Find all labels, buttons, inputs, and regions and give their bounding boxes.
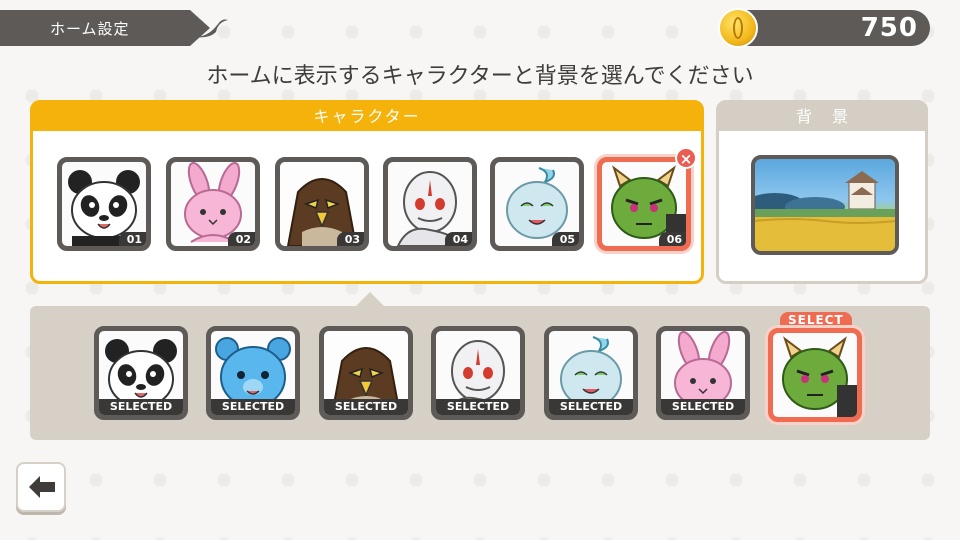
- character-option-blue-bear[interactable]: SELECTED: [206, 326, 300, 420]
- screen-title-tab: ホーム設定: [0, 10, 210, 46]
- background-panel-title: 背景: [719, 103, 925, 131]
- instruction-text: ホームに表示するキャラクターと背景を選んでください: [206, 64, 754, 89]
- slot-number: 03: [336, 232, 364, 246]
- character-slot-05[interactable]: 05: [490, 157, 584, 251]
- back-button[interactable]: [16, 462, 66, 512]
- selected-label: SELECTED: [549, 399, 633, 415]
- selected-label: SELECTED: [324, 399, 408, 415]
- character-slot-03[interactable]: 03: [275, 157, 369, 251]
- selected-label: SELECTED: [99, 399, 183, 415]
- screen-title: ホーム設定: [50, 19, 130, 38]
- character-slot-01[interactable]: 01: [57, 157, 151, 251]
- coin-amount: 750: [860, 13, 918, 43]
- character-option-hawk[interactable]: SELECTED: [319, 326, 413, 420]
- character-list: SELECTED SELECTED SELECTED SELECTED SELE…: [30, 306, 930, 440]
- green-oni-portrait: [773, 333, 857, 417]
- slot-number: 06: [658, 232, 686, 246]
- character-option-pink-rabbit[interactable]: SELECTED: [656, 326, 750, 420]
- slot-number: 04: [444, 232, 472, 246]
- selected-label: SELECTED: [436, 399, 520, 415]
- slot-number: 05: [551, 232, 579, 246]
- character-slot-06[interactable]: 06: [597, 157, 691, 251]
- character-slot-02[interactable]: 02: [166, 157, 260, 251]
- character-option-white-snake[interactable]: SELECTED: [431, 326, 525, 420]
- back-arrow-icon: [29, 476, 55, 498]
- slot-number: 02: [227, 232, 255, 246]
- remove-character-button[interactable]: ×: [675, 147, 697, 169]
- character-option-blue-spirit[interactable]: SELECTED: [544, 326, 638, 420]
- castle-landscape-icon: [755, 171, 895, 251]
- slot-number: 01: [118, 232, 146, 246]
- background-thumbnail[interactable]: [751, 155, 899, 255]
- character-option-panda[interactable]: SELECTED: [94, 326, 188, 420]
- select-badge: SELECT: [780, 312, 852, 328]
- character-slot-04[interactable]: 04: [383, 157, 477, 251]
- swoosh-icon: [190, 19, 228, 38]
- selected-label: SELECTED: [661, 399, 745, 415]
- coin-counter: 750: [718, 8, 930, 48]
- character-option-green-oni[interactable]: [768, 328, 862, 422]
- selected-label: SELECTED: [211, 399, 295, 415]
- character-panel-title: キャラクター: [33, 103, 701, 131]
- close-icon: ×: [679, 150, 693, 168]
- background-panel: 背景: [716, 100, 928, 284]
- coin-icon: [718, 8, 758, 48]
- character-panel: キャラクター 01 02 03 04 05 06 ×: [30, 100, 704, 284]
- list-pointer: [356, 292, 384, 306]
